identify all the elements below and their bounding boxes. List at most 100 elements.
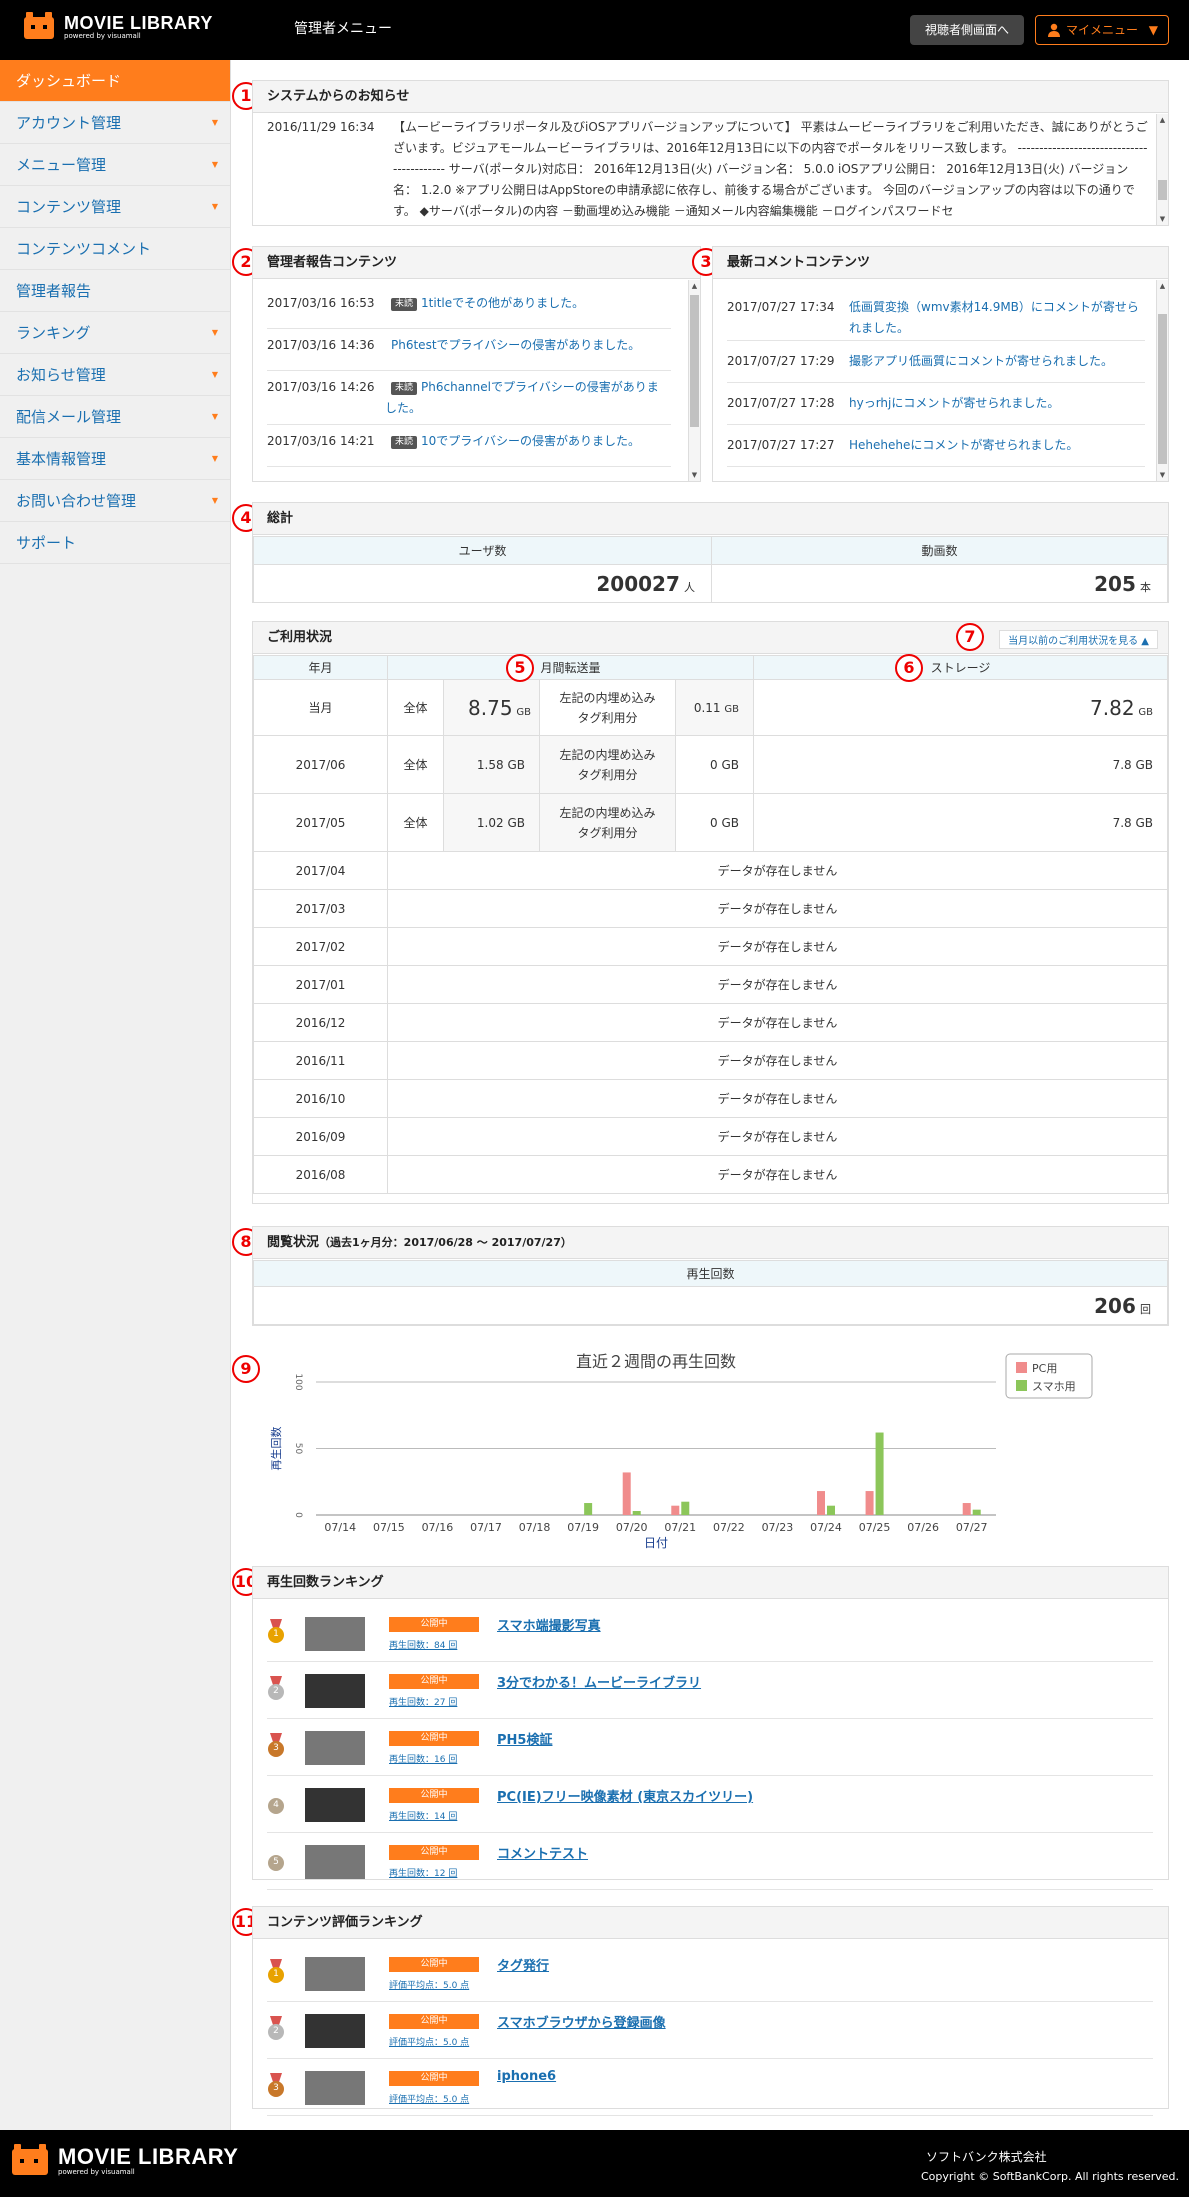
report-link[interactable]: Ph6channelでプライバシーの侵害がありました。 xyxy=(385,380,659,415)
sidebar-item[interactable]: お知らせ管理 ▼ xyxy=(0,354,230,396)
bar-pc xyxy=(865,1491,874,1515)
sidebar-item-label: アカウント管理 xyxy=(16,114,122,132)
ranking-count[interactable]: 評価平均点：5.0 点 xyxy=(389,1978,469,1991)
ranking-count[interactable]: 評価平均点：5.0 点 xyxy=(389,2092,469,2105)
comment-link[interactable]: 低画質変換（wmv素材14.9MB）にコメントが寄せられました。 xyxy=(849,297,1141,339)
videos-label: 動画数 xyxy=(711,536,1168,565)
notice-scrollbar[interactable]: ▲ ▼ xyxy=(1156,114,1168,225)
admin-report-title: 管理者報告コンテンツ xyxy=(253,247,700,279)
footer-logo[interactable]: MOVIE LIBRARY powered by visuamall xyxy=(12,2143,238,2177)
logo-text: MOVIE LIBRARY xyxy=(64,13,213,33)
col-transfer: 月間転送量 xyxy=(387,655,754,680)
comment-link[interactable]: 撮影アプリ低画質にコメントが寄せられました。 xyxy=(849,351,1141,372)
users-unit: 人 xyxy=(684,580,695,594)
viewer-screen-button[interactable]: 視聴者側画面へ xyxy=(910,15,1024,45)
ranking-title-link[interactable]: コメントテスト xyxy=(497,1843,588,1862)
ranking-count[interactable]: 再生回数：12 回 xyxy=(389,1866,457,1879)
sidebar-item[interactable]: 配信メール管理 ▼ xyxy=(0,396,230,438)
comment-date: 2017/07/27 17:29 xyxy=(727,354,835,368)
comment-item: 2017/07/27 17:27 Heheheheにコメントが寄せられました。 xyxy=(727,425,1145,467)
status-badge: 公開中 xyxy=(389,1617,479,1632)
ranking-item[interactable]: 5 公開中 再生回数：12 回 コメントテスト xyxy=(267,1833,1153,1890)
rank-number: 3 xyxy=(273,1743,279,1753)
sidebar-item-label: コンテンツコメント xyxy=(16,240,152,258)
ranking-item[interactable]: 2 公開中 評価平均点：5.0 点 スマホブラウザから登録画像 xyxy=(267,2002,1153,2059)
ranking-count[interactable]: 評価平均点：5.0 点 xyxy=(389,2035,469,2048)
sidebar-item[interactable]: お問い合わせ管理 ▼ xyxy=(0,480,230,522)
status-badge: 公開中 xyxy=(389,2014,479,2029)
past-usage-link[interactable]: 当月以前のご利用状況を見る ▲ xyxy=(999,630,1158,649)
report-item: 2017/03/16 16:53 未読 1titleでその他がありました。 xyxy=(267,287,671,329)
medal-icon: 1 xyxy=(267,1619,285,1645)
x-tick-label: 07/18 xyxy=(519,1521,551,1534)
report-link[interactable]: 1titleでその他がありました。 xyxy=(421,296,584,310)
thumbnail[interactable] xyxy=(305,1674,365,1708)
ranking-title-link[interactable]: スマホ端撮影写真 xyxy=(497,1615,601,1634)
scroll-up-icon[interactable]: ▲ xyxy=(1157,114,1168,126)
ranking-count[interactable]: 再生回数：27 回 xyxy=(389,1695,457,1708)
report-link[interactable]: 10でプライバシーの侵害がありました。 xyxy=(421,434,640,448)
report-body: Ph6testでプライバシーの侵害がありました。 xyxy=(385,335,665,356)
ranking-item[interactable]: 1 公開中 評価平均点：5.0 点 タグ発行 xyxy=(267,1945,1153,2002)
ranking-title-link[interactable]: タグ発行 xyxy=(497,1955,549,1974)
embed-value: 0 GB xyxy=(675,735,754,794)
ranking-title-link[interactable]: スマホブラウザから登録画像 xyxy=(497,2012,666,2031)
videos-unit: 本 xyxy=(1140,580,1151,594)
sidebar-item-label: 基本情報管理 xyxy=(16,450,107,468)
scroll-down-icon[interactable]: ▼ xyxy=(1157,469,1168,481)
sidebar-item[interactable]: サポート xyxy=(0,522,230,564)
sidebar-item[interactable]: メニュー管理 ▼ xyxy=(0,144,230,186)
plays-chart: 直近２週間の再生回数 0 50 100 再生回数日付 07/14 07/15 07/16 07/… xyxy=(269,1352,1093,1550)
thumbnail[interactable] xyxy=(305,1845,365,1879)
comment-link[interactable]: hyっrhjにコメントが寄せられました。 xyxy=(849,393,1141,414)
ranking-title-link[interactable]: iphone6 xyxy=(497,2069,556,2084)
sidebar-item[interactable]: 管理者報告 xyxy=(0,270,230,312)
scroll-up-icon[interactable]: ▲ xyxy=(689,280,700,292)
ranking-item[interactable]: 1 公開中再生回数：84 回 スマホ端撮影写真 xyxy=(267,1605,1153,1662)
status-badge: 公開中 xyxy=(389,1674,479,1689)
rank-number: 1 xyxy=(273,1629,279,1639)
views-title-text: 閲覧状況 xyxy=(267,1235,320,1250)
logo[interactable]: MOVIE LIBRARY powered by visuamall xyxy=(24,11,213,41)
ranking-item[interactable]: 3 公開中 評価平均点：5.0 点 iphone6 xyxy=(267,2059,1153,2116)
scroll-down-icon[interactable]: ▼ xyxy=(1157,213,1168,225)
unread-badge: 未読 xyxy=(391,298,418,311)
x-tick-label: 07/20 xyxy=(616,1521,648,1534)
ranking-title-link[interactable]: PC(IE)フリー映像素材 (東京スカイツリー) xyxy=(497,1786,753,1805)
month: 2017/04 xyxy=(253,851,388,890)
scroll-down-icon[interactable]: ▼ xyxy=(689,469,700,481)
admin-report-panel: 管理者報告コンテンツ ▲ ▼ 2017/03/16 16:53 未読 1titleでそ… xyxy=(252,246,701,482)
sidebar-item[interactable]: ダッシュボード xyxy=(0,60,230,102)
x-tick-label: 07/15 xyxy=(373,1521,405,1534)
report-link[interactable]: Ph6testでプライバシーの侵害がありました。 xyxy=(391,338,640,352)
ranking-item[interactable]: 3 公開中 再生回数：16 回 PH5検証 xyxy=(267,1719,1153,1776)
sidebar-item[interactable]: コンテンツコメント xyxy=(0,228,230,270)
report-scrollbar[interactable]: ▲ ▼ xyxy=(688,280,700,481)
thumbnail[interactable] xyxy=(305,1617,365,1651)
ranking-item[interactable]: 4 公開中 再生回数：14 回 PC(IE)フリー映像素材 (東京スカイツリー) xyxy=(267,1776,1153,1833)
thumbnail[interactable] xyxy=(305,1957,365,1991)
sidebar-item[interactable]: アカウント管理 ▼ xyxy=(0,102,230,144)
no-data: データが存在しません xyxy=(387,1003,1168,1042)
ranking-title-link[interactable]: PH5検証 xyxy=(497,1729,552,1748)
sidebar-item[interactable]: ランキング ▼ xyxy=(0,312,230,354)
play-ranking-title: 再生回数ランキング xyxy=(253,1567,1168,1599)
comment-link[interactable]: Heheheheにコメントが寄せられました。 xyxy=(849,435,1141,456)
thumbnail[interactable] xyxy=(305,1788,365,1822)
ranking-item[interactable]: 2 公開中 再生回数：27 回 3分でわかる！ムービーライブラリ xyxy=(267,1662,1153,1719)
thumbnail[interactable] xyxy=(305,2014,365,2048)
my-menu-button[interactable]: マイメニュー ▼ xyxy=(1035,15,1169,45)
comments-scrollbar[interactable]: ▲ ▼ xyxy=(1156,280,1168,481)
ranking-count[interactable]: 再生回数：16 回 xyxy=(389,1752,457,1765)
sidebar-item[interactable]: コンテンツ管理 ▼ xyxy=(0,186,230,228)
scroll-up-icon[interactable]: ▲ xyxy=(1157,280,1168,292)
all-label: 全体 xyxy=(387,735,444,794)
thumbnail[interactable] xyxy=(305,1731,365,1765)
sidebar-item[interactable]: 基本情報管理 ▼ xyxy=(0,438,230,480)
usage-row: 2017/05 全体 1.02 GB 左記の内埋め込みタグ利用分 0 GB 7.8 GB xyxy=(253,793,1168,852)
ranking-count[interactable]: 再生回数：14 回 xyxy=(389,1809,457,1822)
thumbnail[interactable] xyxy=(305,2071,365,2105)
ranking-count[interactable]: 再生回数：84 回 xyxy=(389,1638,457,1651)
month: 2016/09 xyxy=(253,1117,388,1156)
ranking-title-link[interactable]: 3分でわかる！ムービーライブラリ xyxy=(497,1672,701,1691)
